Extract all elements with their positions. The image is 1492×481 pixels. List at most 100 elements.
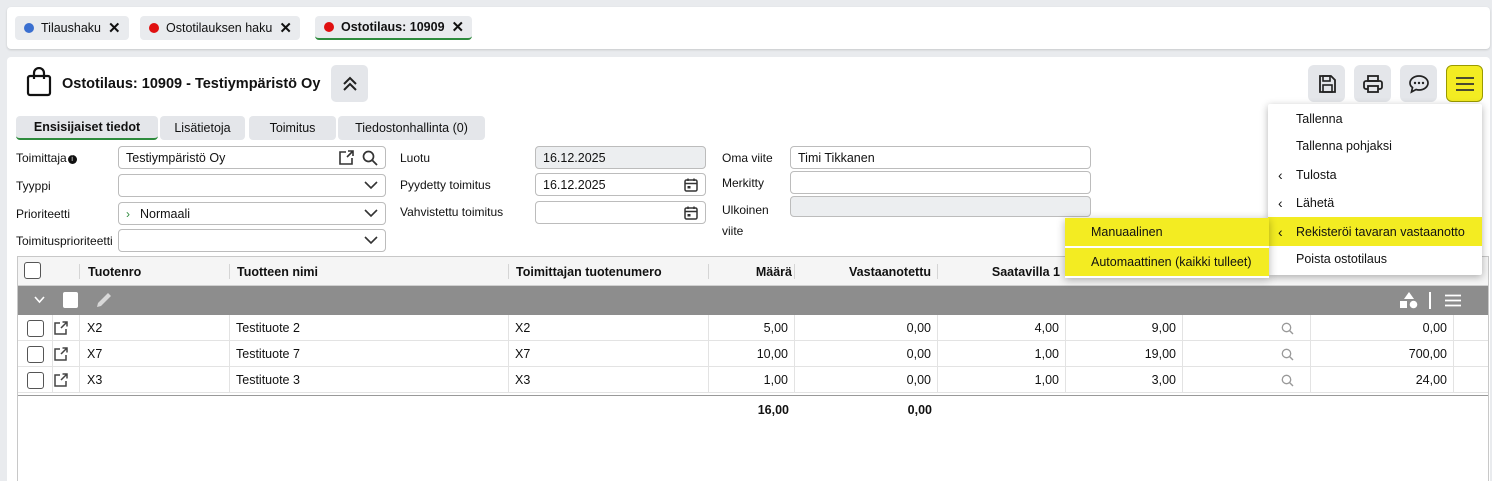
menu-item-label: Rekisteröi tavaran vastaanotto (1296, 224, 1465, 239)
toolbar-checkbox[interactable] (63, 292, 78, 308)
external-link-icon[interactable] (53, 372, 69, 388)
cell-saatavilla: 4,00 (938, 315, 1066, 341)
external-link-icon[interactable] (53, 320, 69, 336)
chevron-down-icon (364, 236, 378, 245)
total-maara: 16,00 (757, 403, 789, 417)
tab-toimitus[interactable]: Toimitus (249, 116, 336, 140)
page-tab-label: Ostotilaus: 10909 (341, 20, 445, 34)
open-row[interactable] (53, 367, 80, 393)
confirmed-date-field[interactable] (535, 201, 706, 224)
status-dot-icon (24, 23, 34, 33)
open-row[interactable] (53, 315, 80, 341)
comment-button[interactable] (1400, 65, 1437, 102)
col-header-toimittajan-tuotenumero[interactable]: Toimittajan tuotenumero (516, 257, 662, 286)
close-icon[interactable]: ✕ (452, 20, 465, 35)
own-ref-field[interactable]: Timi Tikkanen (790, 146, 1091, 169)
search-icon[interactable] (1281, 322, 1294, 335)
cell-tuotenro: X3 (81, 367, 230, 393)
cell-col7: 9,00 (1066, 315, 1183, 341)
lookup-cell[interactable] (1183, 315, 1311, 341)
chevron-down-icon (364, 209, 378, 218)
table-row[interactable]: X2 Testituote 2 X2 5,00 0,00 4,00 9,00 0… (18, 315, 1488, 341)
info-icon: i (67, 155, 77, 164)
created-value: 16.12.2025 (543, 150, 606, 165)
page-tab-tilaushaku[interactable]: Tilaushaku ✕ (15, 16, 129, 40)
close-icon[interactable]: ✕ (108, 21, 121, 36)
select-all-checkbox[interactable] (24, 262, 41, 279)
cell-nimi: Testituote 2 (230, 315, 509, 341)
chat-icon (1408, 74, 1429, 94)
supplier-field[interactable]: Testiympäristö Oy (118, 146, 386, 169)
submenu-item-automaattinen[interactable]: Automaattinen (kaikki tulleet) (1065, 248, 1269, 276)
submenu-item-manuaalinen[interactable]: Manuaalinen (1065, 218, 1269, 246)
page-tab-ostotilauksen-haku[interactable]: Ostotilauksen haku ✕ (140, 16, 300, 40)
cell-maara: 10,00 (709, 341, 795, 367)
row-checkbox[interactable] (18, 341, 53, 367)
external-link-icon[interactable] (338, 149, 354, 166)
menu-item-label: Tallenna (1296, 111, 1343, 126)
menu-item-rekisteroi[interactable]: ‹ Rekisteröi tavaran vastaanotto (1268, 217, 1482, 246)
search-icon[interactable] (1281, 374, 1294, 387)
calendar-icon[interactable] (684, 178, 698, 192)
ext-ref-label: Ulkoinen viite (722, 200, 769, 242)
cell-vastaanotettu: 0,00 (795, 341, 938, 367)
priority-select[interactable]: › Normaali (118, 202, 386, 225)
search-icon[interactable] (362, 150, 378, 166)
tab-lisatietoja[interactable]: Lisätietoja (160, 116, 245, 140)
open-row[interactable] (53, 341, 80, 367)
type-select[interactable] (118, 174, 386, 197)
cell-tuotenro: X7 (81, 341, 230, 367)
menu-item-tallenna[interactable]: Tallenna (1268, 104, 1482, 133)
row-checkbox[interactable] (18, 315, 53, 341)
requested-date-field[interactable]: 16.12.2025 (535, 173, 706, 196)
grid-toolbar (18, 286, 1488, 315)
col-header-tuotenro[interactable]: Tuotenro (88, 257, 141, 286)
cell-col9: 0,00 (1311, 315, 1454, 341)
lookup-cell[interactable] (1183, 367, 1311, 393)
cell-col9: 24,00 (1311, 367, 1454, 393)
pencil-icon[interactable] (95, 291, 113, 309)
cell-tuotenro: X2 (81, 315, 230, 341)
col-header-tuotteen-nimi[interactable]: Tuotteen nimi (237, 257, 318, 286)
cell-vastaanotettu: 0,00 (795, 315, 938, 341)
search-icon[interactable] (1281, 348, 1294, 361)
calendar-icon[interactable] (684, 206, 698, 220)
col-header-maara[interactable]: Määrä (710, 257, 792, 286)
menu-item-laheta[interactable]: ‹ Lähetä (1268, 188, 1482, 217)
save-button[interactable] (1308, 65, 1345, 102)
delivery-priority-select[interactable] (118, 229, 386, 252)
row-checkbox[interactable] (18, 367, 53, 393)
lookup-cell[interactable] (1183, 341, 1311, 367)
menu-button[interactable] (1446, 65, 1483, 102)
chevron-right-icon: › (126, 206, 130, 221)
col-header-vastaanotettu[interactable]: Vastaanotettu (796, 257, 931, 286)
priority-value: Normaali (140, 206, 191, 221)
menu-item-tallenna-pohjaksi[interactable]: Tallenna pohjaksi (1268, 131, 1482, 160)
collapse-button[interactable] (331, 65, 368, 102)
close-icon[interactable]: ✕ (279, 21, 292, 36)
shapes-icon[interactable] (1399, 291, 1419, 309)
page-title: Ostotilaus: 10909 - Testiympäristö Oy (62, 76, 321, 92)
tab-ensisijaiset-tiedot[interactable]: Ensisijaiset tiedot (16, 116, 158, 140)
cell-saatavilla: 1,00 (938, 367, 1066, 393)
col-header-saatavilla[interactable]: Saatavilla 1 (939, 257, 1060, 286)
delivery-priority-label: Toimitusprioriteetti (16, 234, 113, 248)
cell-toim-tuotenumero: X2 (509, 315, 709, 341)
table-row[interactable]: X3 Testituote 3 X3 1,00 0,00 1,00 3,00 2… (18, 367, 1488, 393)
printer-icon (1362, 74, 1383, 93)
ext-ref-label-line1: Ulkoinen (722, 203, 769, 217)
print-button[interactable] (1354, 65, 1391, 102)
hamburger-icon[interactable] (1445, 294, 1461, 307)
marked-field[interactable] (790, 171, 1091, 194)
page-tab-ostotilaus[interactable]: Ostotilaus: 10909 ✕ (315, 16, 473, 40)
table-row[interactable]: X7 Testituote 7 X7 10,00 0,00 1,00 19,00… (18, 341, 1488, 367)
menu-item-tulosta[interactable]: ‹ Tulosta (1268, 160, 1482, 189)
requested-value: 16.12.2025 (543, 177, 606, 192)
receive-submenu: Manuaalinen Automaattinen (kaikki tullee… (1065, 218, 1269, 278)
menu-item-poista[interactable]: Poista ostotilaus (1268, 244, 1482, 273)
external-link-icon[interactable] (53, 346, 69, 362)
menu-item-label: Tulosta (1296, 167, 1337, 182)
actions-menu: Tallenna Tallenna pohjaksi ‹ Tulosta ‹ Läh… (1268, 104, 1482, 275)
tab-tiedostonhallinta[interactable]: Tiedostonhallinta (0) (338, 116, 485, 140)
chevron-down-icon[interactable] (34, 296, 45, 304)
